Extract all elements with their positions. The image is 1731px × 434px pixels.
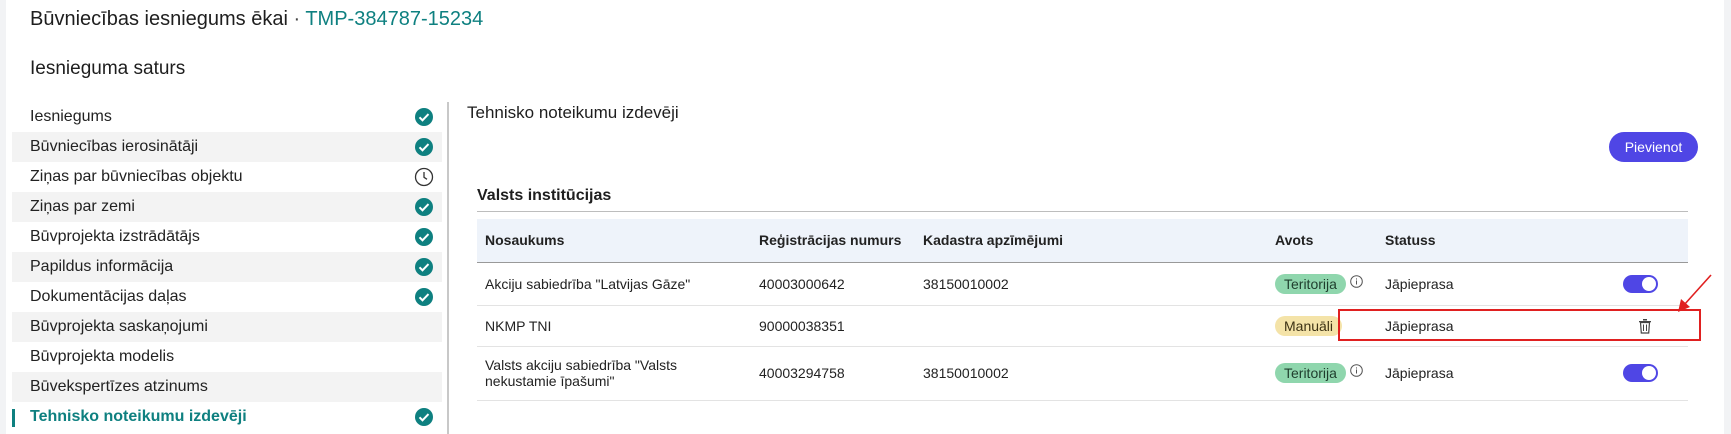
sidebar-item-label: Būvprojekta modelis: [30, 348, 175, 365]
column-header-cadastre[interactable]: Kadastra apzīmējumi: [915, 219, 1267, 263]
source-badge: Teritorija: [1275, 363, 1346, 383]
check-circle-icon: [415, 258, 433, 276]
sidebar-item-label: Tehnisko noteikumu izdevēji: [30, 408, 247, 425]
page-title-text: Būvniecības iesniegums ēkai: [30, 8, 288, 30]
cell-name: Akciju sabiedrība "Latvijas Gāze": [477, 262, 751, 306]
column-header-actions: [1527, 219, 1688, 263]
sidebar-item-ierosinataji[interactable]: Būvniecības ierosinātāji: [12, 132, 442, 162]
sidebar-item-label: Dokumentācijas daļas: [30, 288, 187, 305]
cell-name: Valsts akciju sabiedrība "Valsts nekusta…: [477, 346, 751, 401]
table-row: Akciju sabiedrība "Latvijas Gāze" 400030…: [477, 262, 1688, 306]
column-header-name[interactable]: Nosaukums: [477, 219, 751, 263]
check-circle-icon: [415, 108, 433, 126]
annotation-arrow-icon: [1678, 274, 1712, 312]
sidebar-item-label: Būvprojekta saskaņojumi: [30, 318, 208, 335]
cell-name: NKMP TNI: [477, 305, 751, 347]
section-title: Valsts institūcijas: [477, 187, 612, 204]
toggle-switch[interactable]: [1623, 364, 1658, 383]
check-circle-icon: [415, 408, 433, 426]
sidebar-item-zeme[interactable]: Ziņas par zemi: [12, 192, 442, 222]
cell-status: Jāpieprasa: [1377, 346, 1527, 401]
sidebar-item-papildus[interactable]: Papildus informācija: [12, 252, 442, 282]
sidebar-item-saskanojumi[interactable]: Būvprojekta saskaņojumi: [12, 312, 442, 342]
sidebar-item-izstradatajs[interactable]: Būvprojekta izstrādātājs: [12, 222, 442, 252]
check-circle-icon: [415, 288, 433, 306]
sidebar-item-dokumentacija[interactable]: Dokumentācijas daļas: [12, 282, 442, 312]
column-header-source[interactable]: Avots: [1267, 219, 1377, 263]
title-separator: ·: [287, 8, 306, 30]
sidebar-item-ekspertize[interactable]: Būvekspertīzes atzinums: [12, 372, 442, 402]
check-circle-icon: [415, 198, 433, 216]
info-icon[interactable]: [1350, 274, 1363, 288]
section-divider: [477, 211, 1688, 212]
clock-icon: [414, 167, 434, 187]
cell-cadastre: 38150010002: [915, 262, 1267, 306]
sidebar-item-label: Ziņas par būvniecības objektu: [30, 168, 243, 185]
cell-reg: 40003000642: [751, 262, 915, 306]
cell-source: Teritorija: [1267, 346, 1377, 401]
toggle-switch[interactable]: [1623, 274, 1658, 293]
sidebar-item-label: Ziņas par zemi: [30, 198, 135, 215]
cell-status: Jāpieprasa: [1377, 262, 1527, 306]
add-button[interactable]: Pievienot: [1609, 132, 1698, 162]
sidebar-title: Iesnieguma saturs: [30, 58, 186, 79]
cell-action: [1527, 346, 1688, 401]
cell-reg: 40003294758: [751, 346, 915, 401]
source-badge: Teritorija: [1275, 273, 1346, 294]
application-code: TMP-384787-15234: [305, 8, 484, 30]
column-header-reg[interactable]: Reģistrācijas numurs: [751, 219, 915, 263]
sidebar-item-label: Iesniegums: [30, 108, 112, 125]
table-header-row: Nosaukums Reģistrācijas numurs Kadastra …: [477, 219, 1688, 263]
sidebar-item-label: Būvekspertīzes atzinums: [30, 378, 208, 395]
cell-cadastre: [915, 305, 1267, 347]
sidebar-item-label: Būvprojekta izstrādātājs: [30, 228, 200, 245]
check-circle-icon: [415, 228, 433, 246]
sidebar-item-label: Papildus informācija: [30, 258, 174, 275]
table-row: Valsts akciju sabiedrība "Valsts nekusta…: [477, 346, 1688, 401]
page-frame: Būvniecības iesniegums ēkai · TMP-384787…: [6, 0, 1724, 434]
main-title: Tehnisko noteikumu izdevēji: [467, 103, 679, 122]
column-header-status[interactable]: Statuss: [1377, 219, 1527, 263]
sidebar-item-label: Būvniecības ierosinātāji: [30, 138, 199, 155]
sidebar-item-objekts[interactable]: Ziņas par būvniecības objektu: [12, 162, 442, 192]
sidebar-item-modelis[interactable]: Būvprojekta modelis: [12, 342, 442, 372]
cell-action: [1527, 262, 1688, 306]
source-badge: Manuāli: [1275, 315, 1343, 336]
cell-reg: 90000038351: [751, 305, 915, 347]
cell-cadastre: 38150010002: [915, 346, 1267, 401]
cell-source: Teritorija: [1267, 262, 1377, 306]
highlight-box: [1338, 309, 1701, 341]
sidebar-divider: [447, 102, 449, 434]
sidebar-item-iesniegums[interactable]: Iesniegums: [12, 102, 442, 132]
info-icon[interactable]: [1350, 364, 1363, 377]
check-circle-icon: [415, 138, 433, 156]
page-title: Būvniecības iesniegums ēkai · TMP-384787…: [30, 8, 483, 31]
sidebar-item-tehniskie-noteikumi[interactable]: Tehnisko noteikumu izdevēji: [12, 402, 442, 432]
sidebar-nav: Iesniegums Būvniecības ierosinātāji Ziņa…: [12, 102, 442, 432]
